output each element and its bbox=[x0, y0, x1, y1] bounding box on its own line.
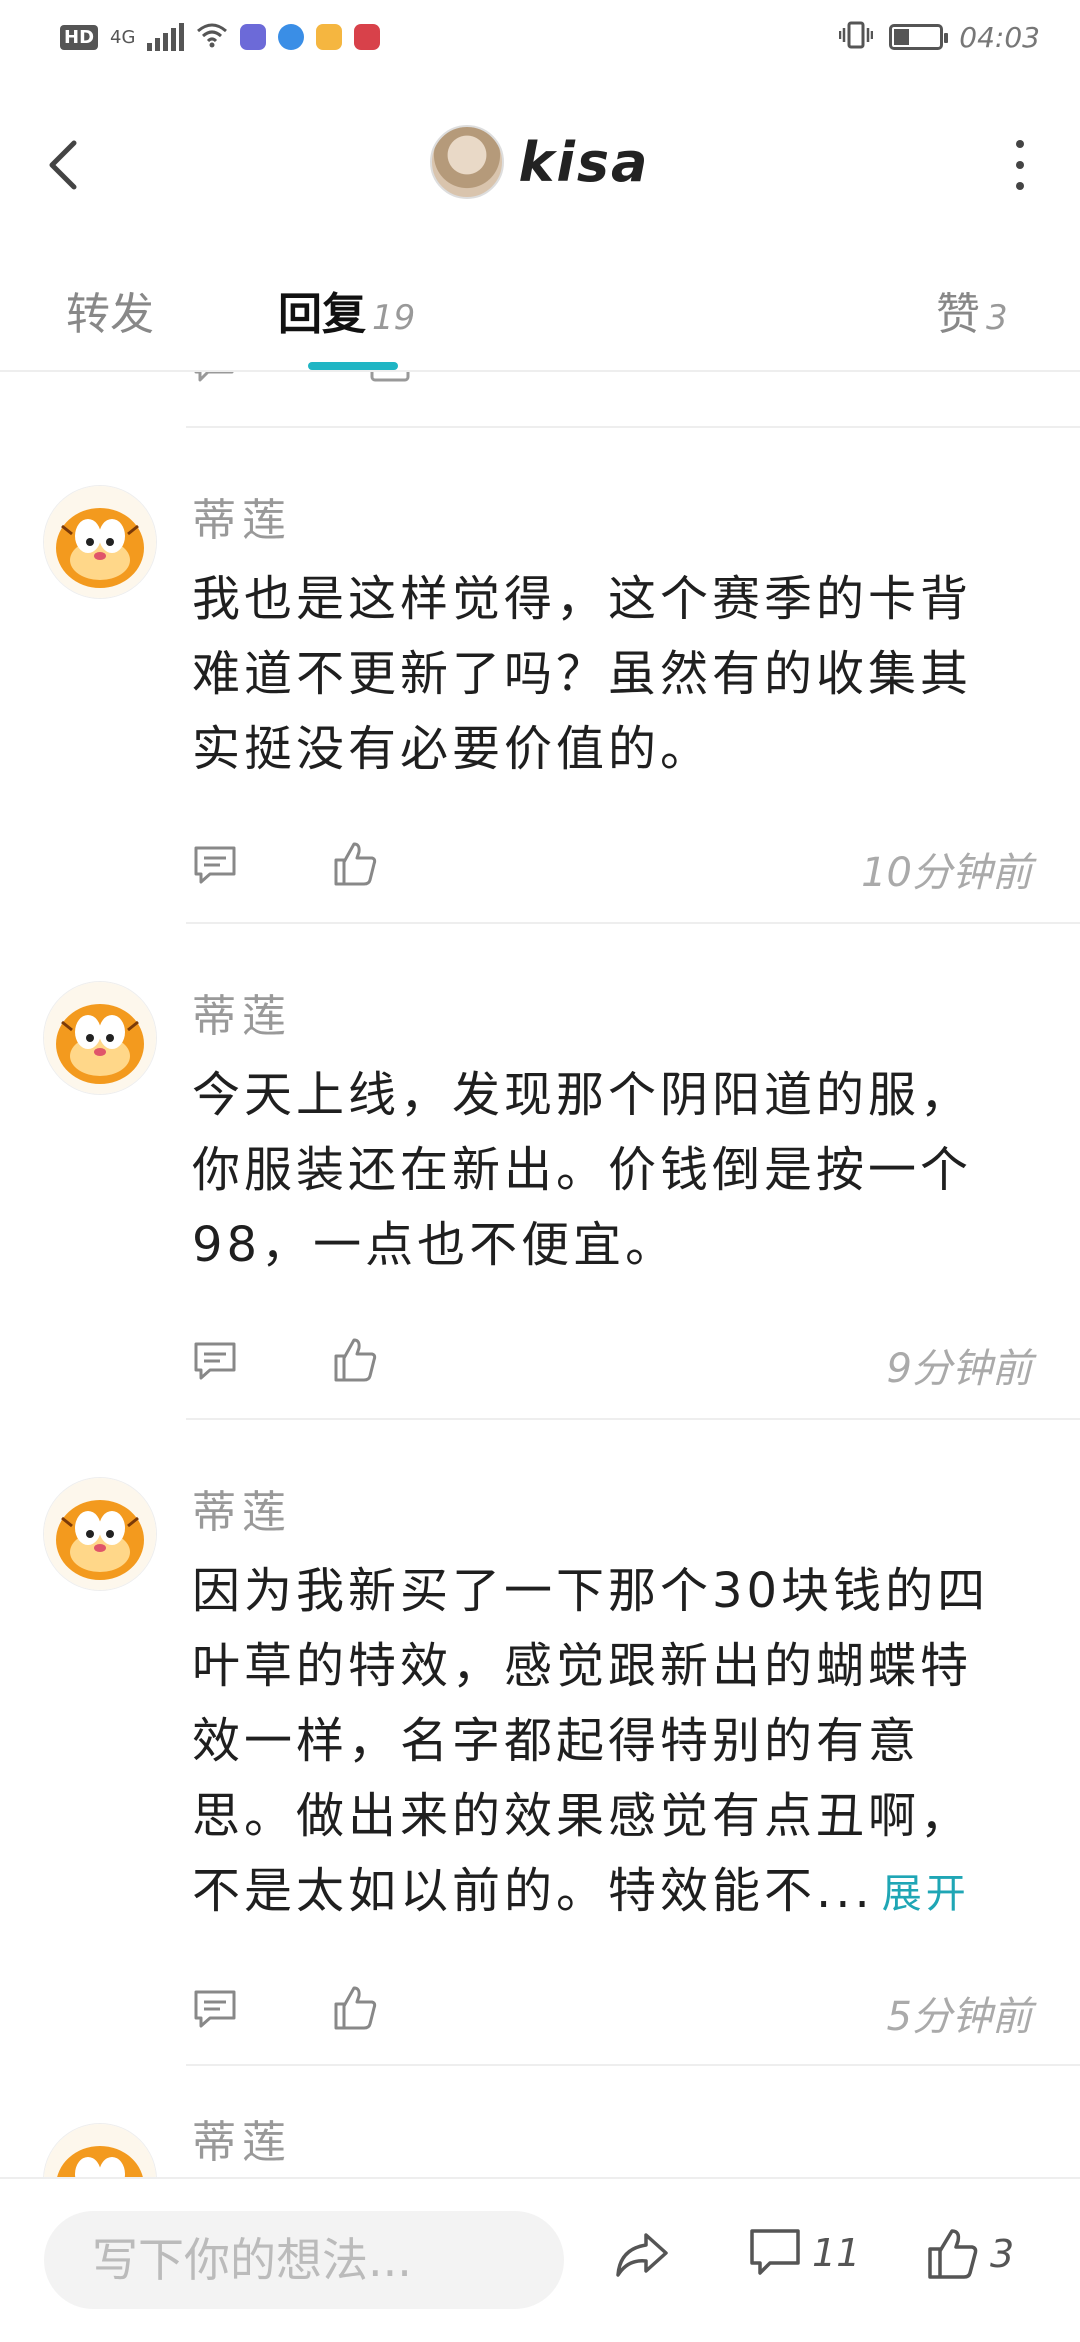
tab-replies-count: 19 bbox=[372, 298, 416, 338]
tab-likes[interactable]: 赞3 bbox=[936, 278, 1008, 342]
like-button[interactable]: 3 bbox=[926, 2227, 1014, 2281]
commenter-name[interactable]: 蒂莲 bbox=[192, 980, 292, 1044]
like-icon[interactable] bbox=[332, 840, 378, 888]
comment-actions: 5分钟前 bbox=[192, 1980, 1032, 2040]
hd-indicator: HD bbox=[60, 24, 99, 50]
browser-app-icon bbox=[278, 24, 305, 50]
comment-text-body: 因为我新买了一下那个30块钱的四叶草的特效，感觉跟新出的蝴蝶特效一样，名字都起得… bbox=[192, 1563, 990, 1919]
tab-replies[interactable]: 回复 19 bbox=[278, 278, 415, 342]
reply-item[interactable]: 蒂莲 我也是这样觉得，这个赛季的卡背难道不更新了吗？虽然有的收集其实挺没有必要价… bbox=[0, 428, 1080, 918]
share-button[interactable] bbox=[612, 2227, 672, 2283]
wifi-icon bbox=[196, 22, 228, 52]
huawei-app-icon bbox=[354, 24, 381, 50]
clock: 04:03 bbox=[959, 20, 1040, 54]
reply-icon[interactable] bbox=[192, 844, 238, 888]
share-icon bbox=[370, 372, 410, 382]
like-count: 3 bbox=[990, 2232, 1015, 2276]
commenter-avatar[interactable] bbox=[44, 982, 156, 1094]
reply-icon bbox=[194, 372, 234, 382]
expand-link[interactable]: 展开 bbox=[882, 1871, 970, 1917]
tab-forward[interactable]: 转发 bbox=[66, 278, 154, 342]
top-header: kisa bbox=[0, 80, 1080, 250]
more-vertical-icon bbox=[1016, 140, 1024, 148]
previous-comment-actions-partial bbox=[0, 372, 1080, 428]
tab-likes-count: 3 bbox=[986, 298, 1008, 338]
comment-count-button[interactable]: 11 bbox=[748, 2227, 860, 2279]
network-type: 4G bbox=[110, 26, 136, 48]
page-title: kisa bbox=[518, 130, 650, 194]
title-group[interactable]: kisa bbox=[0, 125, 1080, 199]
garfield-avatar-icon bbox=[44, 982, 156, 1094]
active-tab-indicator bbox=[308, 362, 398, 370]
comment-actions: 9分钟前 bbox=[192, 1332, 1032, 1392]
comment-time: 5分钟前 bbox=[886, 1994, 1032, 2040]
garfield-avatar-icon bbox=[44, 486, 156, 598]
reply-list[interactable]: 蒂莲 我也是这样觉得，这个赛季的卡背难道不更新了吗？虽然有的收集其实挺没有必要价… bbox=[0, 372, 1080, 2177]
comment-text[interactable]: 我也是这样觉得，这个赛季的卡背难道不更新了吗？虽然有的收集其实挺没有必要价值的。 bbox=[192, 562, 1022, 787]
comment-count: 11 bbox=[812, 2231, 861, 2275]
like-icon[interactable] bbox=[332, 1336, 378, 1384]
comment-text[interactable]: 今天上线，发现那个阴阳道的服，你服装还在新出。价钱倒是按一个98，一点也不便宜。 bbox=[192, 1058, 1022, 1283]
tab-likes-label: 赞 bbox=[936, 289, 980, 340]
notes-app-icon bbox=[316, 24, 343, 50]
music-app-icon bbox=[240, 24, 267, 50]
garfield-avatar-icon bbox=[44, 2124, 156, 2177]
commenter-name[interactable]: 蒂莲 bbox=[192, 1476, 292, 1540]
more-button[interactable] bbox=[1010, 140, 1030, 190]
reply-item[interactable]: 蒂莲 今天上线，发现那个阴阳道的服，你服装还在新出。价钱倒是按一个98，一点也不… bbox=[0, 924, 1080, 1414]
like-icon[interactable] bbox=[332, 1984, 378, 2032]
commenter-name[interactable]: 蒂莲 bbox=[192, 2106, 292, 2170]
comment-input[interactable] bbox=[44, 2211, 564, 2309]
share-arrow-icon bbox=[616, 2233, 668, 2277]
reply-icon[interactable] bbox=[192, 1340, 238, 1384]
tab-forward-label: 转发 bbox=[66, 289, 154, 340]
comment-actions: 10分钟前 bbox=[192, 836, 1032, 896]
bottom-action-bar: 11 3 bbox=[0, 2177, 1080, 2342]
reply-item[interactable]: 蒂莲 因为我新买了一下那个30块钱的四叶草的特效，感觉跟新出的蝴蝶特效一样，名字… bbox=[0, 1420, 1080, 2060]
comment-time: 10分钟前 bbox=[861, 850, 1032, 896]
commenter-avatar[interactable] bbox=[44, 1478, 156, 1590]
status-bar: HD 4G 04:03 bbox=[0, 0, 1080, 80]
comment-time: 9分钟前 bbox=[886, 1346, 1032, 1392]
comment-text[interactable]: 因为我新买了一下那个30块钱的四叶草的特效，感觉跟新出的蝴蝶特效一样，名字都起得… bbox=[192, 1554, 1022, 1932]
vibrate-icon bbox=[839, 20, 874, 54]
tab-replies-label: 回复 bbox=[278, 289, 366, 340]
tab-bar: 转发 回复 19 赞3 bbox=[0, 250, 1080, 372]
comment-icon bbox=[750, 2229, 800, 2275]
commenter-avatar[interactable] bbox=[44, 486, 156, 598]
user-avatar[interactable] bbox=[430, 125, 505, 199]
commenter-avatar[interactable] bbox=[44, 2124, 156, 2177]
garfield-avatar-icon bbox=[44, 1478, 156, 1590]
thumbs-up-icon bbox=[928, 2229, 978, 2279]
battery-icon bbox=[889, 24, 949, 50]
comment-input-container[interactable] bbox=[44, 2211, 564, 2309]
reply-icon[interactable] bbox=[192, 1988, 238, 2032]
commenter-name[interactable]: 蒂莲 bbox=[192, 484, 292, 548]
reply-item[interactable]: 蒂莲 bbox=[0, 2066, 1080, 2177]
signal-icon bbox=[147, 23, 185, 51]
